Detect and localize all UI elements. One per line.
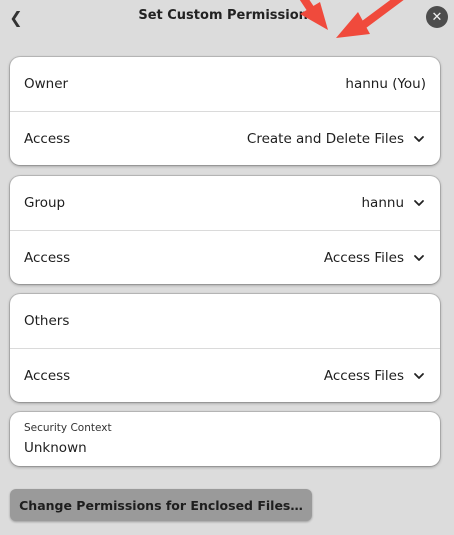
owner-value: hannu (You) [345,76,426,92]
group-access-dropdown[interactable]: Access Files [324,250,426,266]
owner-access-value: Create and Delete Files [246,130,404,147]
change-enclosed-permissions-button[interactable]: Change Permissions for Enclosed Files… [10,489,312,521]
security-context-value: Unknown [24,440,87,456]
dialog-title: Set Custom Permissions [138,8,316,23]
others-label: Others [24,313,70,329]
group-access-label: Access [24,249,71,266]
chevron-down-icon [414,254,424,261]
security-context-card: Security Context Unknown [10,412,440,466]
owner-access-row[interactable]: Access Create and Delete Files [10,111,440,165]
others-access-row[interactable]: Access Access Files [10,348,440,402]
others-row: Others [10,294,440,348]
group-access-row[interactable]: Access Access Files [10,230,440,284]
chevron-down-icon [414,372,424,379]
group-card: Group hannu Access Access Files [10,176,440,284]
owner-row: Owner hannu (You) [10,57,440,111]
group-label: Group [24,195,66,211]
owner-access-label: Access [24,130,71,147]
security-context-label: Security Context [24,422,112,434]
chevron-down-icon [414,200,424,206]
others-card: Others Access Access Files [10,294,440,402]
close-icon: ✕ [431,9,443,25]
group-access-value: Access Files [323,249,404,266]
others-access-value: Access Files [323,367,404,384]
group-value: hannu [361,195,405,211]
group-dropdown[interactable]: hannu [362,195,427,211]
header-bar: ❮ Set Custom Permissions ✕ [0,0,454,36]
chevron-down-icon [414,135,424,142]
group-row[interactable]: Group hannu [10,176,440,230]
others-access-dropdown[interactable]: Access Files [324,368,426,384]
close-button[interactable]: ✕ [426,6,448,28]
owner-label: Owner [24,76,69,92]
owner-card: Owner hannu (You) Access Create and Dele… [10,57,440,165]
owner-access-dropdown[interactable]: Create and Delete Files [247,131,426,147]
others-access-label: Access [24,367,71,384]
